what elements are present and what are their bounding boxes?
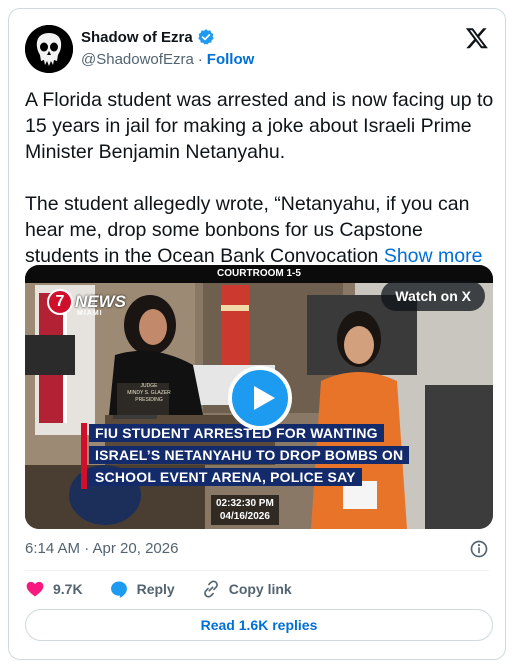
- play-icon: [254, 386, 275, 410]
- author-avatar[interactable]: [25, 25, 73, 73]
- tweet-text: A Florida student was arrested and is no…: [25, 87, 495, 269]
- judge-placard: JUDGE MINDY S. GLAZER PRESIDING: [121, 383, 177, 404]
- show-more-link[interactable]: Show more: [384, 245, 483, 267]
- news-word: NEWS: [75, 292, 126, 311]
- tweet-paragraph-1: A Florida student was arrested and is no…: [25, 89, 494, 163]
- video-timestamp: 02:32:30 PM 04/16/2026: [211, 495, 279, 525]
- handle-separator: ·: [197, 51, 203, 68]
- headline-accent: [81, 423, 87, 489]
- tweet-timestamp[interactable]: 6:14 AM · Apr 20, 2026: [25, 540, 178, 557]
- punisher-skull-avatar: [25, 25, 73, 73]
- placard-line-3: PRESIDING: [135, 397, 163, 403]
- follow-button[interactable]: Follow: [207, 51, 255, 68]
- heart-icon: [26, 581, 44, 597]
- author-display-name[interactable]: Shadow of Ezra: [81, 29, 193, 46]
- link-icon: [203, 580, 218, 598]
- news-city: MIAMI: [77, 310, 103, 317]
- like-count: 9.7K: [53, 581, 83, 597]
- headline-text: FIU STUDENT ARRESTED FOR WANTING ISRAEL’…: [89, 424, 410, 486]
- x-logo-icon[interactable]: [465, 26, 489, 50]
- read-replies-button[interactable]: Read 1.6K replies: [25, 609, 493, 641]
- tweet-actions: 9.7K Reply Copy link: [25, 579, 292, 599]
- reply-button[interactable]: Reply: [109, 579, 175, 599]
- news-number: 7: [47, 289, 73, 315]
- copy-link-button[interactable]: Copy link: [201, 579, 292, 599]
- verified-badge-icon: [197, 29, 214, 45]
- news-headline: FIU STUDENT ARRESTED FOR WANTING ISRAEL’…: [89, 422, 419, 488]
- tweet-card: Shadow of Ezra @ShadowofEzra · Follow A …: [8, 8, 506, 660]
- video-date: 04/16/2026: [219, 511, 270, 522]
- watch-on-x-button[interactable]: Watch on X: [381, 281, 485, 311]
- placard-line-1: JUDGE: [140, 383, 158, 389]
- reply-icon: [110, 581, 127, 598]
- divider: [25, 570, 489, 571]
- reply-label: Reply: [136, 581, 175, 597]
- video-media[interactable]: COURTROOM 1-5 7 NEWS MIAMI JUDGE MINDY S…: [25, 265, 493, 529]
- like-button[interactable]: 9.7K: [25, 579, 83, 599]
- author-handle[interactable]: @ShadowofEzra: [81, 51, 194, 68]
- copy-link-label: Copy link: [228, 581, 292, 597]
- info-icon[interactable]: [469, 539, 489, 559]
- placard-line-2: MINDY S. GLAZER: [127, 390, 171, 396]
- video-time: 02:32:30 PM: [216, 498, 274, 509]
- play-button[interactable]: [228, 366, 292, 430]
